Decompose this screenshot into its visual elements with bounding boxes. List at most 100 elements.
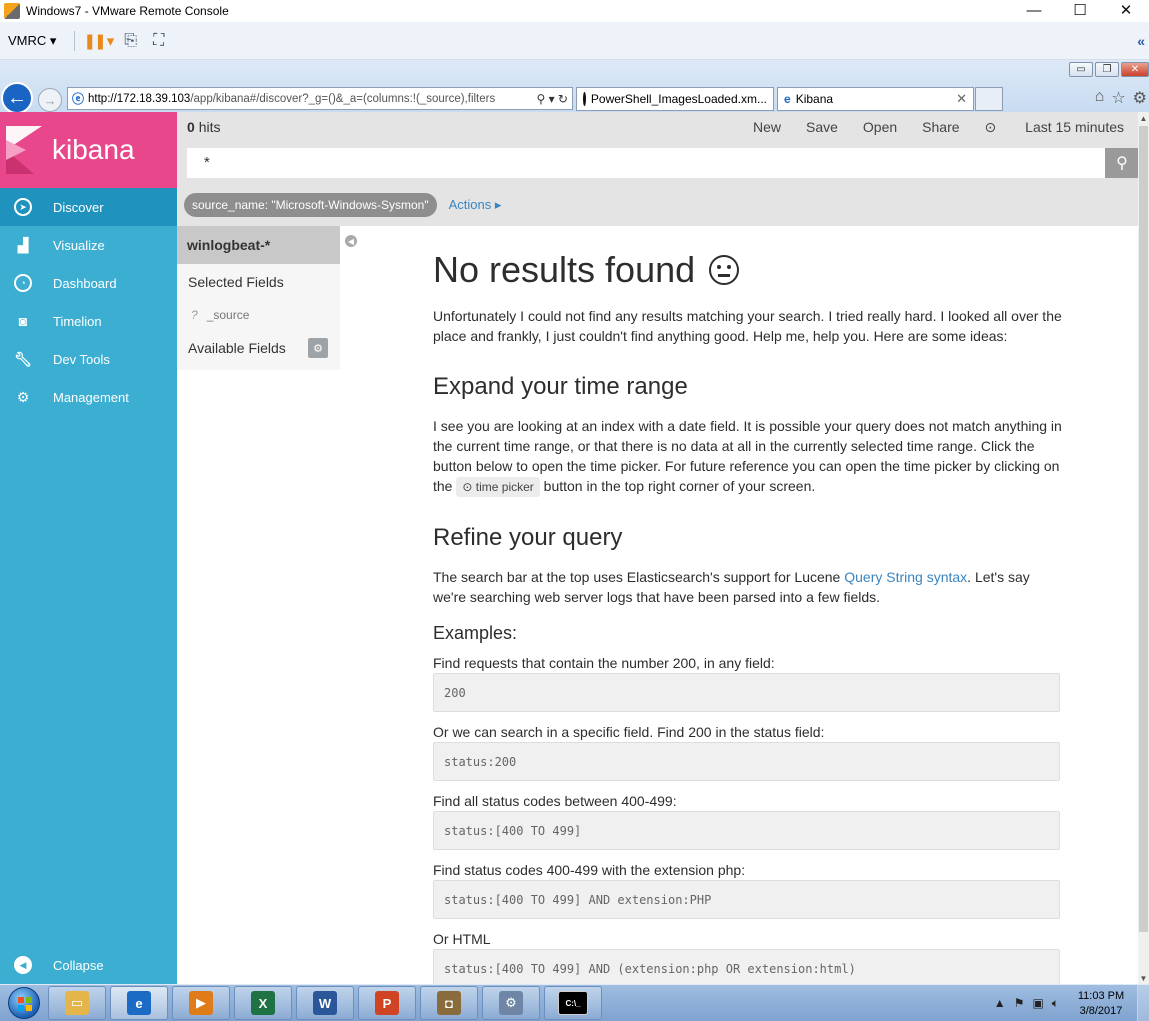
scrollbar-thumb[interactable] xyxy=(1139,126,1148,932)
collapse-toolbar-icon[interactable]: « xyxy=(1137,33,1145,49)
scroll-down-icon[interactable]: ▼ xyxy=(1138,972,1149,984)
taskbar-explorer-button[interactable]: ▭ xyxy=(48,986,106,1020)
fullscreen-icon[interactable]: ⛶ xyxy=(153,32,164,50)
filter-pill[interactable]: source_name: "Microsoft-Windows-Sysmon" xyxy=(184,193,437,217)
example-code: status:[400 TO 499] AND (extension:php O… xyxy=(433,949,1060,984)
taskbar-excel-button[interactable]: X xyxy=(234,986,292,1020)
media-player-icon: ▶ xyxy=(189,991,213,1015)
nav-timelion[interactable]: ◙ Timelion xyxy=(0,302,177,340)
tab-github[interactable]: PowerShell_ImagesLoaded.xm... xyxy=(576,87,774,111)
send-keys-icon[interactable]: ⎘ xyxy=(124,32,137,50)
refine-query-heading: Refine your query xyxy=(433,524,623,551)
favorites-star-icon[interactable]: ☆ xyxy=(1111,88,1125,108)
taskbar-security-button[interactable]: ◘ xyxy=(420,986,478,1020)
example-item: Find all status codes between 400-499: s… xyxy=(433,791,1063,850)
dashboard-icon: ◔ xyxy=(14,274,32,292)
available-fields-heading: Available Fields ⚙ xyxy=(177,330,340,366)
cmd-icon: C:\_ xyxy=(558,991,588,1015)
internet-explorer-icon: e xyxy=(127,991,151,1015)
collapse-field-panel-icon[interactable]: ◀ xyxy=(345,235,357,247)
nav-label: Discover xyxy=(53,199,104,215)
example-item: Find requests that contain the number 20… xyxy=(433,653,1063,712)
taskbar-internet-explorer-button[interactable]: e xyxy=(110,986,168,1020)
example-label: Find status codes 400-499 with the exten… xyxy=(433,862,746,878)
bar-chart-icon: ▟ xyxy=(17,236,29,253)
search-row: * ⚲ xyxy=(177,142,1149,184)
network-icon[interactable]: ▣ xyxy=(1032,996,1043,1011)
show-desktop-button[interactable] xyxy=(1137,985,1149,1021)
open-button[interactable]: Open xyxy=(863,119,897,135)
taskbar-word-button[interactable]: W xyxy=(296,986,354,1020)
share-button[interactable]: Share xyxy=(922,119,959,135)
field-settings-gear-icon[interactable]: ⚙ xyxy=(308,338,328,358)
search-button[interactable]: ⚲ xyxy=(1105,148,1139,178)
nav-label: Timelion xyxy=(53,313,102,329)
taskbar-apps: ▭ e ▶ X W P ◘ ⚙ C:\_ xyxy=(48,986,606,1020)
hits-label: hits xyxy=(198,119,221,135)
field-name: _source xyxy=(206,308,250,322)
no-results-intro: Unfortunately I could not find any resul… xyxy=(433,308,1062,344)
hits-number: 0 xyxy=(187,119,195,135)
address-bar[interactable]: ⓔ http://172.18.39.103 /app/kibana#/disc… xyxy=(67,87,573,110)
kibana-logo[interactable]: kibana xyxy=(0,112,177,188)
expand-time-text: I see you are looking at an index with a… xyxy=(433,416,1063,497)
tools-gear-icon[interactable]: ⚙ xyxy=(1133,88,1147,108)
nav-label: Visualize xyxy=(53,237,105,253)
query-string-syntax-link[interactable]: Query String syntax xyxy=(844,569,967,585)
explorer-icon: ▭ xyxy=(65,991,89,1015)
query-input[interactable]: * xyxy=(187,148,1105,178)
clock-icon: ⊙ xyxy=(462,480,473,494)
taskbar-powerpoint-button[interactable]: P xyxy=(358,986,416,1020)
nav-dashboard[interactable]: ◔ Dashboard xyxy=(0,264,177,302)
action-center-icon[interactable]: ⚑ xyxy=(1014,996,1025,1011)
browser-chrome: ▭ ❐ ✕ ← → ⓔ http://172.18.39.103 /app/ki… xyxy=(0,60,1149,114)
tray-icons: ▲ ⚑ ▣ 🔈︎ xyxy=(994,996,1059,1011)
selected-fields-heading: Selected Fields xyxy=(188,274,284,290)
index-pattern-selector[interactable]: winlogbeat-* xyxy=(177,226,340,264)
collapse-sidebar-button[interactable]: ◀ Collapse xyxy=(0,950,177,980)
taskbar-media-player-button[interactable]: ▶ xyxy=(172,986,230,1020)
new-button[interactable]: New xyxy=(753,119,781,135)
filter-actions-link[interactable]: Actions ▸ xyxy=(449,197,502,213)
tray-expand-icon[interactable]: ▲ xyxy=(994,996,1006,1011)
taskbar-clock[interactable]: 11:03 PM 3/8/2017 xyxy=(1073,989,1129,1019)
home-icon[interactable]: ⌂ xyxy=(1095,88,1105,108)
gear-icon: ⚙ xyxy=(16,388,30,405)
pause-button[interactable]: ❚❚ ▾ xyxy=(83,32,114,50)
taskbar-settings-button[interactable]: ⚙ xyxy=(482,986,540,1020)
browser-close-button[interactable]: ✕ xyxy=(1121,62,1149,77)
maximize-button[interactable]: ☐ xyxy=(1057,0,1103,20)
ie-page-icon: ⓔ xyxy=(72,92,85,106)
browser-minimize-button[interactable]: ▭ xyxy=(1069,62,1093,77)
minimize-button[interactable]: — xyxy=(1011,0,1057,20)
forward-button[interactable]: → xyxy=(38,88,62,112)
address-bar-buttons[interactable]: ⚲ ▾ ↻ xyxy=(532,91,568,106)
example-label: Find all status codes between 400-499: xyxy=(433,793,677,809)
kibana-logo-text: kibana xyxy=(52,134,135,165)
taskbar-cmd-button[interactable]: C:\_ xyxy=(544,986,602,1020)
scroll-up-icon[interactable]: ▲ xyxy=(1138,112,1149,124)
time-picker-inline-button[interactable]: ⊙ time picker xyxy=(456,477,540,497)
vmware-app-icon xyxy=(4,3,20,19)
time-picker-button[interactable]: ⊙ Last 15 minutes xyxy=(985,119,1149,136)
back-button[interactable]: ← xyxy=(1,82,33,114)
vmrc-menu[interactable]: VMRC ▾ xyxy=(8,33,56,49)
nav-visualize[interactable]: ▟ Visualize xyxy=(0,226,177,264)
nav-management[interactable]: ⚙ Management xyxy=(0,378,177,416)
start-button[interactable] xyxy=(0,985,48,1021)
volume-muted-icon[interactable]: 🔈︎ xyxy=(1052,996,1059,1011)
example-label: Find requests that contain the number 20… xyxy=(433,655,775,671)
excel-icon: X xyxy=(251,991,275,1015)
new-tab-button[interactable] xyxy=(975,87,1003,111)
tab-kibana[interactable]: e Kibana ✕ xyxy=(777,87,974,111)
close-button[interactable]: ✕ xyxy=(1103,0,1149,20)
field-source[interactable]: ? _source xyxy=(177,300,340,330)
nav-dev-tools[interactable]: 🔧︎ Dev Tools xyxy=(0,340,177,378)
time-picker-inline-label: time picker xyxy=(475,480,534,494)
page-scrollbar[interactable]: ▲ ▼ xyxy=(1138,112,1149,984)
browser-restore-button[interactable]: ❐ xyxy=(1095,62,1119,77)
close-tab-icon[interactable]: ✕ xyxy=(956,91,967,107)
save-button[interactable]: Save xyxy=(806,119,838,135)
security-icon: ◘ xyxy=(437,991,461,1015)
nav-discover[interactable]: ➤ Discover xyxy=(0,188,177,226)
